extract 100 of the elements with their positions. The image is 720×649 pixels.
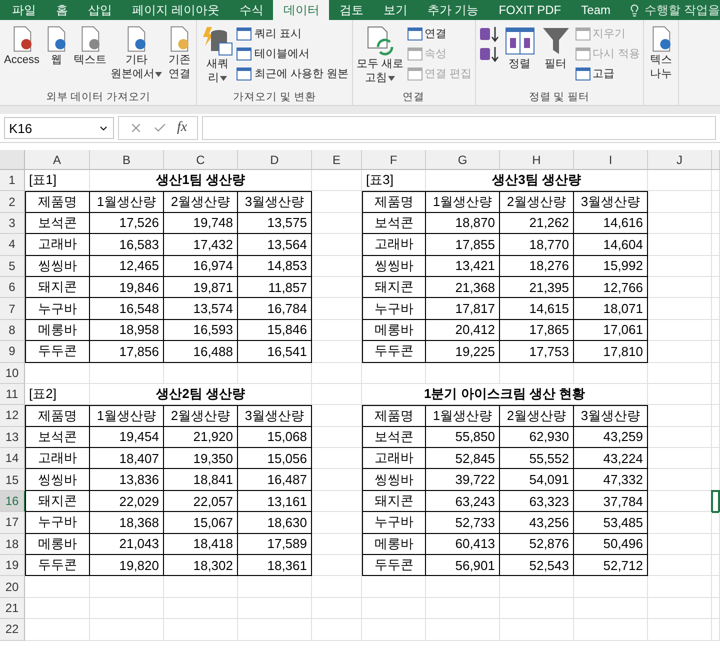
empty-cell[interactable]: [648, 576, 712, 598]
ribbon-button[interactable]: 필터: [538, 22, 574, 71]
column-header[interactable]: J: [648, 150, 712, 170]
empty-cell[interactable]: [648, 362, 712, 384]
ribbon-button[interactable]: 정렬: [502, 22, 538, 71]
ribbon-button[interactable]: 모두 새로 고침: [354, 22, 406, 85]
empty-cell[interactable]: [712, 405, 720, 427]
column-header[interactable]: E: [312, 150, 362, 170]
row-header[interactable]: 22: [0, 619, 25, 641]
empty-cell[interactable]: [164, 598, 238, 620]
column-header[interactable]: [712, 150, 720, 170]
ribbon-button[interactable]: 쿼리 표시: [235, 24, 350, 43]
empty-cell[interactable]: [362, 598, 426, 620]
ribbon-button[interactable]: Access: [2, 22, 42, 67]
empty-cell[interactable]: [500, 619, 574, 641]
empty-cell[interactable]: [312, 362, 362, 384]
row-header[interactable]: 9: [0, 341, 25, 363]
row-header[interactable]: 14: [0, 448, 25, 470]
empty-cell[interactable]: [712, 555, 720, 576]
empty-cell[interactable]: [312, 170, 362, 192]
empty-cell[interactable]: [648, 170, 712, 192]
cancel-icon[interactable]: [129, 121, 143, 135]
row-header[interactable]: 7: [0, 298, 25, 320]
empty-cell[interactable]: [712, 448, 720, 470]
empty-cell[interactable]: [712, 341, 720, 363]
ribbon-tab[interactable]: 보기: [373, 0, 418, 20]
row-header[interactable]: 17: [0, 512, 25, 534]
row-header[interactable]: 1: [0, 170, 25, 192]
empty-cell[interactable]: [712, 298, 720, 320]
ribbon-tab[interactable]: Team: [571, 0, 620, 20]
empty-cell[interactable]: [648, 384, 712, 406]
empty-cell[interactable]: [238, 598, 312, 620]
column-header[interactable]: A: [25, 150, 90, 170]
empty-cell[interactable]: [362, 619, 426, 641]
ribbon-button[interactable]: 웹: [41, 22, 72, 67]
empty-cell[interactable]: [712, 619, 720, 641]
empty-cell[interactable]: [312, 619, 362, 641]
empty-cell[interactable]: [712, 212, 720, 234]
column-header[interactable]: H: [500, 150, 574, 170]
ribbon-button[interactable]: 텍스 나누: [646, 22, 676, 81]
ribbon-button[interactable]: 테이블에서: [235, 44, 350, 63]
column-header[interactable]: I: [574, 150, 648, 170]
empty-cell[interactable]: [648, 619, 712, 641]
row-header[interactable]: 6: [0, 276, 25, 298]
ribbon-button[interactable]: 최근에 사용한 원본: [235, 64, 350, 83]
column-header[interactable]: F: [362, 150, 426, 170]
empty-cell[interactable]: [712, 320, 720, 342]
ribbon-button[interactable]: 고급: [574, 64, 641, 83]
empty-cell[interactable]: [426, 598, 500, 620]
empty-cell[interactable]: [426, 619, 500, 641]
ribbon-tab[interactable]: 삽입: [78, 0, 122, 20]
empty-cell[interactable]: [712, 576, 720, 598]
select-all-corner[interactable]: [0, 150, 25, 170]
empty-cell[interactable]: [238, 619, 312, 641]
formula-input[interactable]: [202, 116, 716, 140]
column-header[interactable]: C: [164, 150, 238, 170]
row-header[interactable]: 2: [0, 191, 25, 213]
ribbon-tab[interactable]: 추가 기능: [417, 0, 489, 20]
empty-cell[interactable]: [312, 384, 362, 406]
empty-cell[interactable]: [90, 619, 164, 641]
ribbon-tab[interactable]: 파일: [2, 0, 46, 20]
row-header[interactable]: 4: [0, 234, 25, 256]
row-header[interactable]: 8: [0, 320, 25, 342]
row-header[interactable]: 5: [0, 256, 25, 277]
empty-cell[interactable]: [712, 512, 720, 534]
empty-cell[interactable]: [712, 426, 720, 448]
ribbon-tab[interactable]: 검토: [329, 0, 374, 20]
empty-cell[interactable]: [712, 384, 720, 406]
ribbon-button[interactable]: 기타 원본에서: [108, 22, 164, 81]
empty-cell[interactable]: [90, 598, 164, 620]
empty-cell[interactable]: [312, 598, 362, 620]
empty-cell[interactable]: [312, 576, 362, 598]
ribbon-tab[interactable]: 페이지 레이아웃: [122, 0, 230, 20]
row-header[interactable]: 11: [0, 384, 25, 406]
row-header[interactable]: 18: [0, 534, 25, 556]
name-box[interactable]: K16: [4, 117, 114, 139]
empty-cell[interactable]: [574, 598, 648, 620]
row-header[interactable]: 15: [0, 469, 25, 491]
row-header[interactable]: 19: [0, 555, 25, 576]
ribbon-tab[interactable]: 데이터: [273, 0, 330, 20]
column-header[interactable]: D: [238, 150, 312, 170]
column-header[interactable]: B: [90, 150, 164, 170]
ribbon-button[interactable]: 연결: [406, 24, 473, 43]
empty-cell[interactable]: [712, 362, 720, 384]
empty-cell[interactable]: [712, 256, 720, 277]
empty-cell[interactable]: [574, 619, 648, 641]
row-header[interactable]: 12: [0, 405, 25, 427]
row-header[interactable]: 13: [0, 426, 25, 448]
empty-cell[interactable]: [712, 191, 720, 213]
tell-me-search[interactable]: 수행할 작업을: [620, 0, 720, 20]
empty-cell[interactable]: [164, 619, 238, 641]
ribbon-tab[interactable]: FOXIT PDF: [488, 0, 572, 20]
ribbon-button[interactable]: 텍스트: [71, 22, 108, 67]
empty-cell[interactable]: [648, 598, 712, 620]
ribbon-tab[interactable]: 수식: [229, 0, 274, 20]
insert-function-button[interactable]: fx: [177, 120, 188, 136]
row-header[interactable]: 21: [0, 598, 25, 620]
row-header[interactable]: 3: [0, 212, 25, 234]
empty-cell[interactable]: [712, 234, 720, 256]
ribbon-tab[interactable]: 홈: [46, 0, 78, 20]
